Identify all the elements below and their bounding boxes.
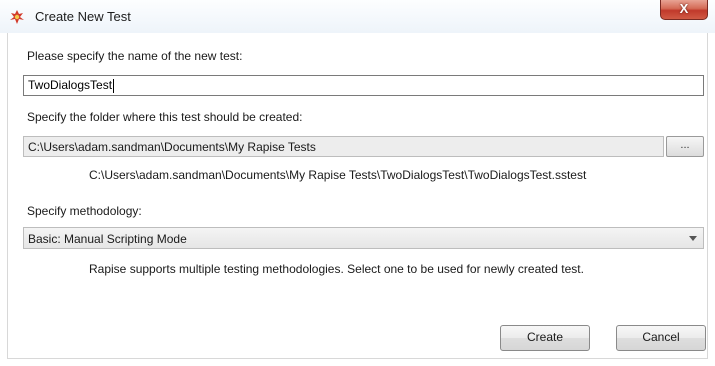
close-button[interactable]: X <box>660 0 708 20</box>
chevron-down-icon <box>689 236 697 241</box>
methodology-selected: Basic: Manual Scripting Mode <box>28 232 187 246</box>
folder-path-field[interactable]: C:\Users\adam.sandman\Documents\My Rapis… <box>23 136 664 157</box>
close-icon: X <box>679 1 689 16</box>
full-test-path: C:\Users\adam.sandman\Documents\My Rapis… <box>89 168 587 182</box>
text-caret <box>113 78 115 93</box>
test-name-value: TwoDialogsTest <box>28 78 113 92</box>
folder-label: Specify the folder where this test shoul… <box>27 110 303 124</box>
test-name-input[interactable]: TwoDialogsTest <box>23 75 704 96</box>
folder-path-value: C:\Users\adam.sandman\Documents\My Rapis… <box>28 140 316 154</box>
test-name-label: Please specify the name of the new test: <box>27 49 243 63</box>
window-title: Create New Test <box>35 9 131 24</box>
cancel-button[interactable]: Cancel <box>616 325 706 351</box>
window-titlebar: Create New Test X <box>0 0 715 33</box>
rapise-bug-icon <box>9 9 25 25</box>
browse-folder-button[interactable]: ... <box>666 136 704 157</box>
create-button[interactable]: Create <box>500 325 590 351</box>
methodology-select[interactable]: Basic: Manual Scripting Mode <box>23 227 704 249</box>
methodology-hint: Rapise supports multiple testing methodo… <box>89 262 584 276</box>
methodology-label: Specify methodology: <box>27 204 142 218</box>
